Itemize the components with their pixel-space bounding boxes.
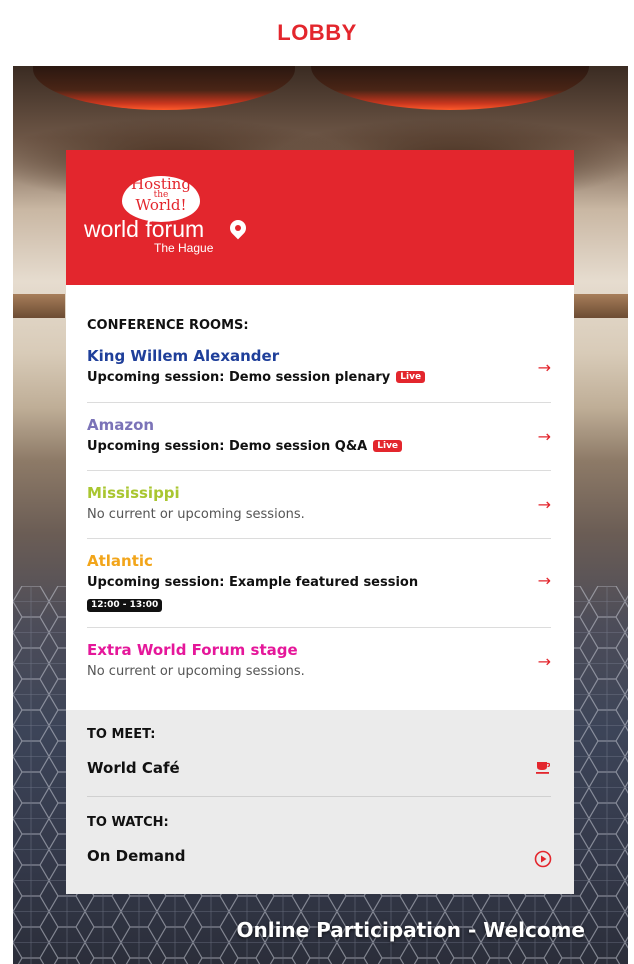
room-name: Atlantic xyxy=(87,552,153,570)
logo-tagline: Hosting the World! xyxy=(124,177,198,214)
on-demand-link[interactable]: On Demand xyxy=(87,847,185,865)
room-name: King Willem Alexander xyxy=(87,347,280,365)
room-amazon[interactable]: Amazon Upcoming session: Demo session Q&… xyxy=(87,415,551,456)
welcome-banner: Online Participation - Welcome xyxy=(236,918,585,942)
arrow-right-icon[interactable]: → xyxy=(538,360,551,376)
room-session-text: Upcoming session: Demo session Q&A xyxy=(87,439,368,454)
play-circle-icon[interactable] xyxy=(534,850,552,868)
room-status: No current or upcoming sessions. xyxy=(87,507,305,522)
location-pin-icon xyxy=(226,216,250,240)
room-divider xyxy=(87,627,551,628)
room-name: Mississippi xyxy=(87,484,180,502)
conference-rooms-label: CONFERENCE ROOMS: xyxy=(87,318,249,333)
room-king-willem-alexander[interactable]: King Willem Alexander Upcoming session: … xyxy=(87,346,551,387)
room-session: Upcoming session: Example featured sessi… xyxy=(87,575,419,590)
to-watch-label: TO WATCH: xyxy=(87,815,169,830)
reception-counter xyxy=(573,294,628,318)
room-mississippi[interactable]: Mississippi No current or upcoming sessi… xyxy=(87,483,551,524)
world-cafe-link[interactable]: World Café xyxy=(87,759,180,777)
room-divider xyxy=(87,402,551,403)
page-title: LOBBY xyxy=(277,20,357,45)
reception-counter xyxy=(13,294,65,318)
arrow-right-icon[interactable]: → xyxy=(538,429,551,445)
room-status: No current or upcoming sessions. xyxy=(87,664,305,679)
room-divider xyxy=(87,470,551,471)
logo-brand: world forum xyxy=(84,216,205,242)
room-atlantic[interactable]: Atlantic Upcoming session: Example featu… xyxy=(87,551,551,612)
arrow-right-icon[interactable]: → xyxy=(538,497,551,513)
arrow-right-icon[interactable]: → xyxy=(538,573,551,589)
live-badge: Live xyxy=(373,440,403,452)
panel-divider xyxy=(87,796,551,797)
logo-tagline-bottom: World! xyxy=(135,196,187,214)
arrow-right-icon[interactable]: → xyxy=(538,654,551,670)
room-session-text: Upcoming session: Demo session plenary xyxy=(87,370,391,385)
coffee-cup-icon[interactable] xyxy=(536,760,550,774)
ceiling-lamp xyxy=(311,66,589,110)
time-badge: 12:00 - 13:00 xyxy=(87,599,163,612)
room-name: Extra World Forum stage xyxy=(87,641,298,659)
room-extra-world-forum-stage[interactable]: Extra World Forum stage No current or up… xyxy=(87,640,551,681)
logo-location: The Hague xyxy=(154,241,214,255)
page-header: LOBBY xyxy=(0,0,634,66)
to-meet-label: TO MEET: xyxy=(87,727,156,742)
world-forum-logo: Hosting the World! world forum The Hague xyxy=(84,176,284,266)
room-session: Upcoming session: Demo session plenary Li… xyxy=(87,369,551,387)
ceiling-lamp xyxy=(33,66,295,110)
lobby-card: Hosting the World! world forum The Hague… xyxy=(66,150,574,894)
room-session: Upcoming session: Demo session Q&A Live xyxy=(87,438,551,456)
card-header: Hosting the World! world forum The Hague xyxy=(66,150,574,285)
room-name: Amazon xyxy=(87,416,155,434)
room-divider xyxy=(87,538,551,539)
live-badge: Live xyxy=(396,371,426,383)
